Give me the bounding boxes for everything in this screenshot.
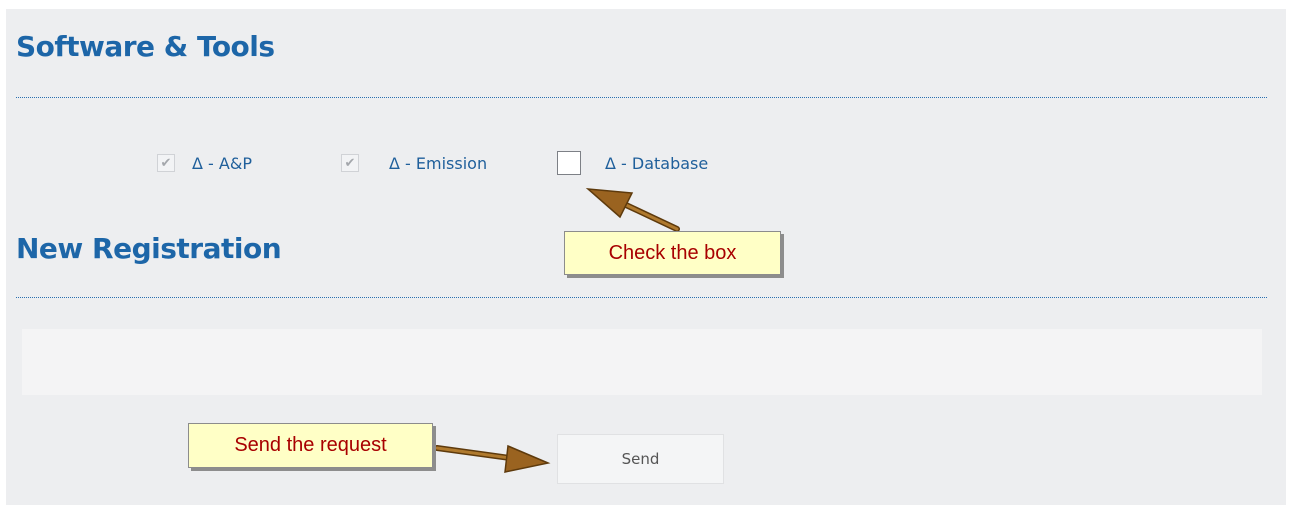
checkbox-emission: ✔ <box>341 154 359 172</box>
option-database-label[interactable]: Δ - Database <box>605 154 708 173</box>
callout-check-the-box: Check the box <box>564 231 781 275</box>
option-emission: ✔ Δ - Emission <box>341 150 487 176</box>
registration-area <box>22 329 1262 395</box>
section-divider <box>16 97 1267 98</box>
option-database[interactable]: Δ - Database <box>557 150 708 176</box>
option-ap-label: Δ - A&P <box>192 153 252 173</box>
option-emission-label: Δ - Emission <box>389 153 488 173</box>
software-tools-title: Software & Tools <box>16 30 275 63</box>
check-icon: ✔ <box>160 155 172 171</box>
section-divider <box>16 297 1267 298</box>
page: Software & Tools ✔ Δ - A&P ✔ Δ - Emissio… <box>0 0 1289 511</box>
check-icon: ✔ <box>344 155 356 171</box>
option-ap: ✔ Δ - A&P <box>157 150 252 176</box>
callout-send-the-request: Send the request <box>188 423 433 468</box>
send-button[interactable]: Send <box>557 434 724 484</box>
new-registration-title: New Registration <box>16 232 282 265</box>
checkbox-ap: ✔ <box>157 154 175 172</box>
checkbox-database[interactable] <box>557 151 581 175</box>
